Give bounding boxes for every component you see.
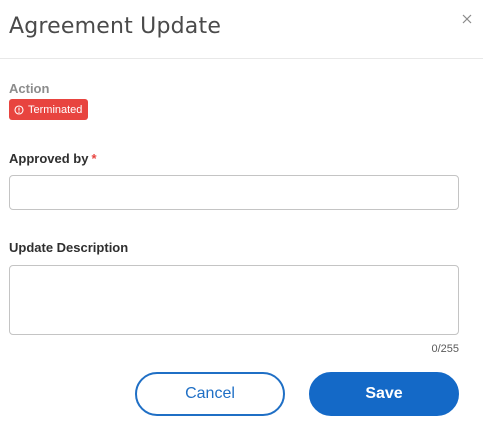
- agreement-update-dialog: Agreement Update Action Terminated Appro…: [0, 0, 483, 430]
- status-badge: Terminated: [9, 99, 89, 120]
- update-description-textarea[interactable]: [9, 265, 459, 335]
- approved-by-label-text: Approved by: [9, 151, 89, 166]
- character-counter: 0/255: [431, 343, 459, 355]
- dialog-header: Agreement Update: [0, 0, 483, 59]
- required-marker: *: [91, 151, 97, 166]
- status-badge-text: Terminated: [28, 103, 83, 116]
- update-description-label: Update Description: [9, 240, 129, 255]
- approved-by-input[interactable]: [9, 175, 459, 210]
- dialog-title: Agreement Update: [9, 14, 222, 39]
- cancel-button[interactable]: Cancel: [135, 372, 285, 416]
- save-button[interactable]: Save: [309, 372, 459, 416]
- approved-by-label: Approved by *: [9, 151, 97, 166]
- alert-circle-icon: [14, 104, 24, 115]
- action-label: Action: [9, 81, 50, 96]
- close-icon[interactable]: [460, 12, 474, 26]
